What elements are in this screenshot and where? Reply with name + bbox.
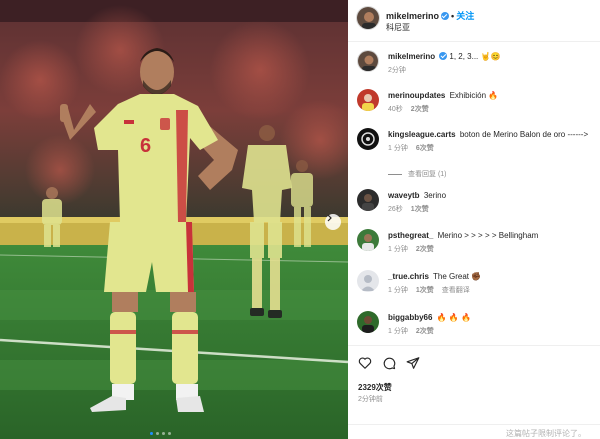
separator-dot: • [451, 11, 455, 21]
jersey-number: 6 [140, 135, 151, 157]
comment-text: The Great ✊🏾 [432, 272, 482, 281]
comment-username[interactable]: merinoupdates [388, 91, 445, 100]
view-replies-button[interactable]: 查看回复 (1) [388, 169, 447, 179]
carousel-next-button[interactable] [325, 214, 341, 230]
commenter-avatar[interactable] [357, 311, 379, 333]
carousel-dot [150, 432, 153, 435]
commenter-avatar[interactable] [357, 89, 379, 111]
comment-text: Merino > > > > > Bellingham [437, 231, 539, 240]
carousel-dot [162, 432, 165, 435]
comment-text: Exhibición 🔥 [449, 91, 499, 100]
comment-username[interactable]: biggabby66 [388, 313, 432, 322]
comment-likes[interactable]: 6次赞 [416, 145, 434, 152]
posted-time: 2分钟前 [358, 396, 383, 403]
comment-username[interactable]: psthegreat_ [388, 231, 433, 240]
post-sidebar: mikelmerino • 关注 科尼亚 mikelmerino 1, 2, 3..… [348, 0, 600, 439]
comment-username[interactable]: kingsleague.carts [388, 130, 456, 139]
verified-badge-icon [441, 12, 450, 20]
comment-likes[interactable]: 2次赞 [416, 246, 434, 253]
caption-username[interactable]: mikelmerino [388, 52, 435, 61]
post-location[interactable]: 科尼亚 [386, 22, 410, 33]
comment-text: 🔥 🔥 🔥 [436, 313, 472, 322]
carousel-dot [168, 432, 171, 435]
author-avatar[interactable] [356, 6, 380, 30]
likes-count[interactable]: 2329次赞 [358, 382, 392, 393]
comment-text: boton de Merino Balon de oro ------> [459, 130, 589, 139]
see-translation-link[interactable]: 查看翻译 [442, 287, 470, 294]
carousel-indicator [150, 432, 171, 435]
commenter-avatar[interactable] [357, 189, 379, 211]
comment-time: 1 分钟 [388, 287, 408, 294]
match-photo-illustration: 6 [0, 0, 348, 439]
verified-badge-icon [439, 52, 448, 60]
comment-time: 1 分钟 [388, 145, 408, 152]
comment-icon[interactable] [382, 356, 396, 370]
heart-icon[interactable] [358, 356, 372, 370]
comment-likes[interactable]: 1次赞 [411, 206, 429, 213]
comment-time: 1 分钟 [388, 328, 408, 335]
author-username[interactable]: mikelmerino [386, 11, 439, 21]
post-header: mikelmerino • 关注 科尼亚 [348, 0, 600, 42]
comment-likes[interactable]: 1次赞 [416, 287, 434, 294]
comment-time: 1 分钟 [388, 246, 408, 253]
commenter-avatar[interactable] [357, 270, 379, 292]
commenter-avatar[interactable] [357, 229, 379, 251]
comment-username[interactable]: waveytb [388, 191, 420, 200]
commenter-avatar[interactable] [357, 128, 379, 150]
replies-line [388, 173, 402, 175]
author-avatar[interactable] [357, 50, 379, 72]
carousel-dot [156, 432, 159, 435]
post-photo: 6 [0, 0, 348, 439]
caption-time: 2分钟 [388, 67, 406, 74]
send-icon[interactable] [406, 356, 420, 370]
comment-likes[interactable]: 2次赞 [411, 106, 429, 113]
comment-likes[interactable]: 2次赞 [416, 328, 434, 335]
comments-restricted-notice: 这篇帖子限制评论了。 [348, 424, 600, 439]
comment-username[interactable]: _true.chris [388, 272, 429, 281]
chevron-right-icon [327, 214, 332, 222]
comment-text: 3erino [423, 191, 447, 200]
view-replies-label: 查看回复 (1) [408, 171, 447, 178]
post-actions: 2329次赞 2分钟前 这篇帖子限制评论了。 [348, 345, 600, 439]
comment-time: 26秒 [388, 206, 403, 213]
follow-button[interactable]: 关注 [456, 11, 474, 21]
caption-text: 1, 2, 3... 🤘😊 [449, 52, 501, 61]
comment-time: 40秒 [388, 106, 403, 113]
